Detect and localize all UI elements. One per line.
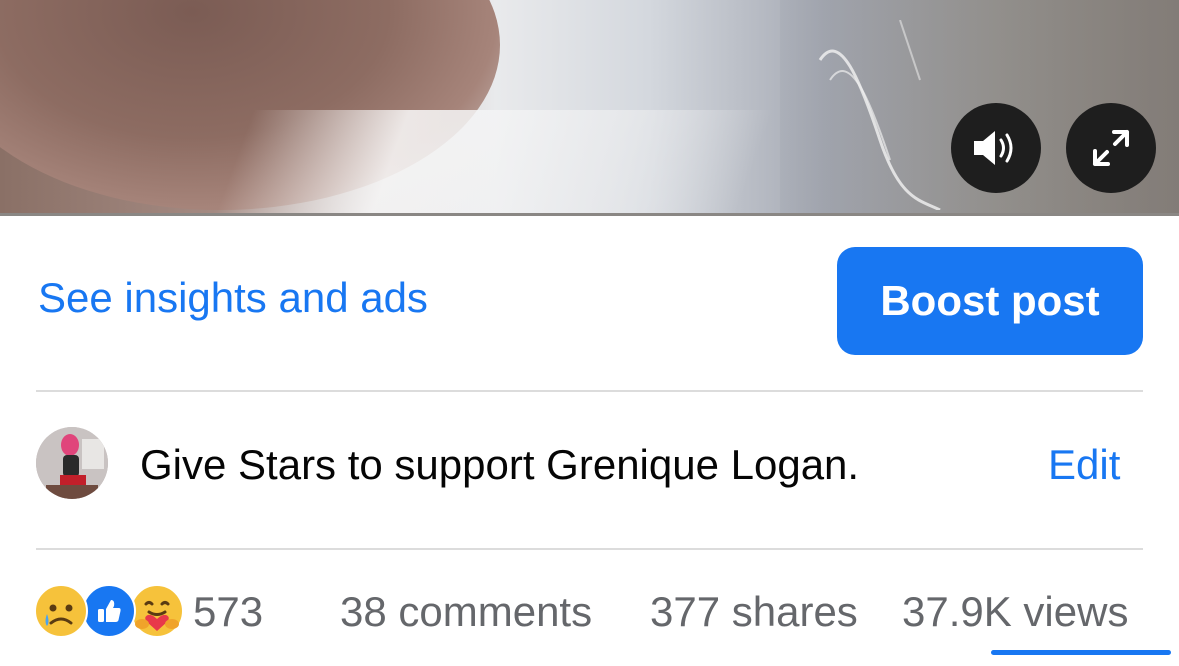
video-divider xyxy=(0,213,1179,216)
boost-post-button[interactable]: Boost post xyxy=(837,247,1143,355)
stars-support-text: Give Stars to support Grenique Logan. xyxy=(140,441,860,488)
sound-button[interactable] xyxy=(951,103,1041,193)
views-underline xyxy=(991,650,1171,655)
avatar-image xyxy=(36,427,108,499)
speaker-on-icon xyxy=(974,131,1013,165)
edit-stars-link[interactable]: Edit xyxy=(1048,441,1120,489)
views-count[interactable]: 37.9K views xyxy=(902,588,1128,636)
reactions-summary[interactable] xyxy=(34,584,184,638)
comments-count[interactable]: 38 comments xyxy=(340,588,592,636)
video-frame-scribble xyxy=(818,20,941,210)
see-insights-link[interactable]: See insights and ads xyxy=(38,274,428,322)
divider xyxy=(36,548,1143,550)
expand-icon xyxy=(1093,130,1129,166)
fullscreen-button[interactable] xyxy=(1066,103,1156,193)
divider xyxy=(36,390,1143,392)
video-frame-highlight xyxy=(206,110,774,215)
care-reaction-icon xyxy=(130,584,184,638)
like-reaction-icon xyxy=(82,584,136,638)
sad-reaction-icon xyxy=(34,584,88,638)
avatar[interactable] xyxy=(36,427,108,499)
reaction-count[interactable]: 573 xyxy=(193,588,263,636)
shares-count[interactable]: 377 shares xyxy=(650,588,858,636)
